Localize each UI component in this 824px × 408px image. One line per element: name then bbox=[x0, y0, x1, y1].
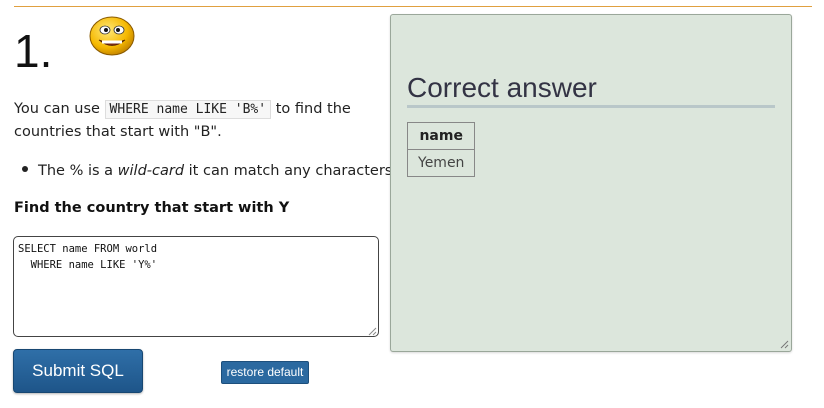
answer-title: Correct answer bbox=[407, 71, 775, 108]
resize-grip-icon[interactable] bbox=[780, 340, 789, 349]
table-row: Yemen bbox=[406, 149, 476, 177]
answer-table: name Yemen bbox=[406, 122, 476, 177]
restore-default-button[interactable]: restore default bbox=[221, 361, 309, 384]
intro-code: WHERE name LIKE 'B%' bbox=[104, 100, 272, 119]
top-divider bbox=[14, 6, 812, 7]
cell-name: Yemen bbox=[406, 149, 476, 177]
resize-grip-icon[interactable] bbox=[368, 327, 377, 336]
column-header-name: name bbox=[406, 122, 476, 150]
task-heading: Find the country that start with Y bbox=[14, 200, 290, 216]
wildcard-bullet: The % is a wild-card it can match any ch… bbox=[22, 160, 392, 183]
submit-sql-button[interactable]: Submit SQL bbox=[13, 349, 143, 393]
sql-editor[interactable]: SELECT name FROM world WHERE name LIKE '… bbox=[13, 236, 379, 337]
answer-panel: Correct answer name Yemen bbox=[390, 14, 792, 352]
intro-text: You can use WHERE name LIKE 'B%' to find… bbox=[14, 100, 351, 140]
question-number: 1. bbox=[14, 25, 53, 77]
smiley-icon bbox=[89, 16, 135, 56]
